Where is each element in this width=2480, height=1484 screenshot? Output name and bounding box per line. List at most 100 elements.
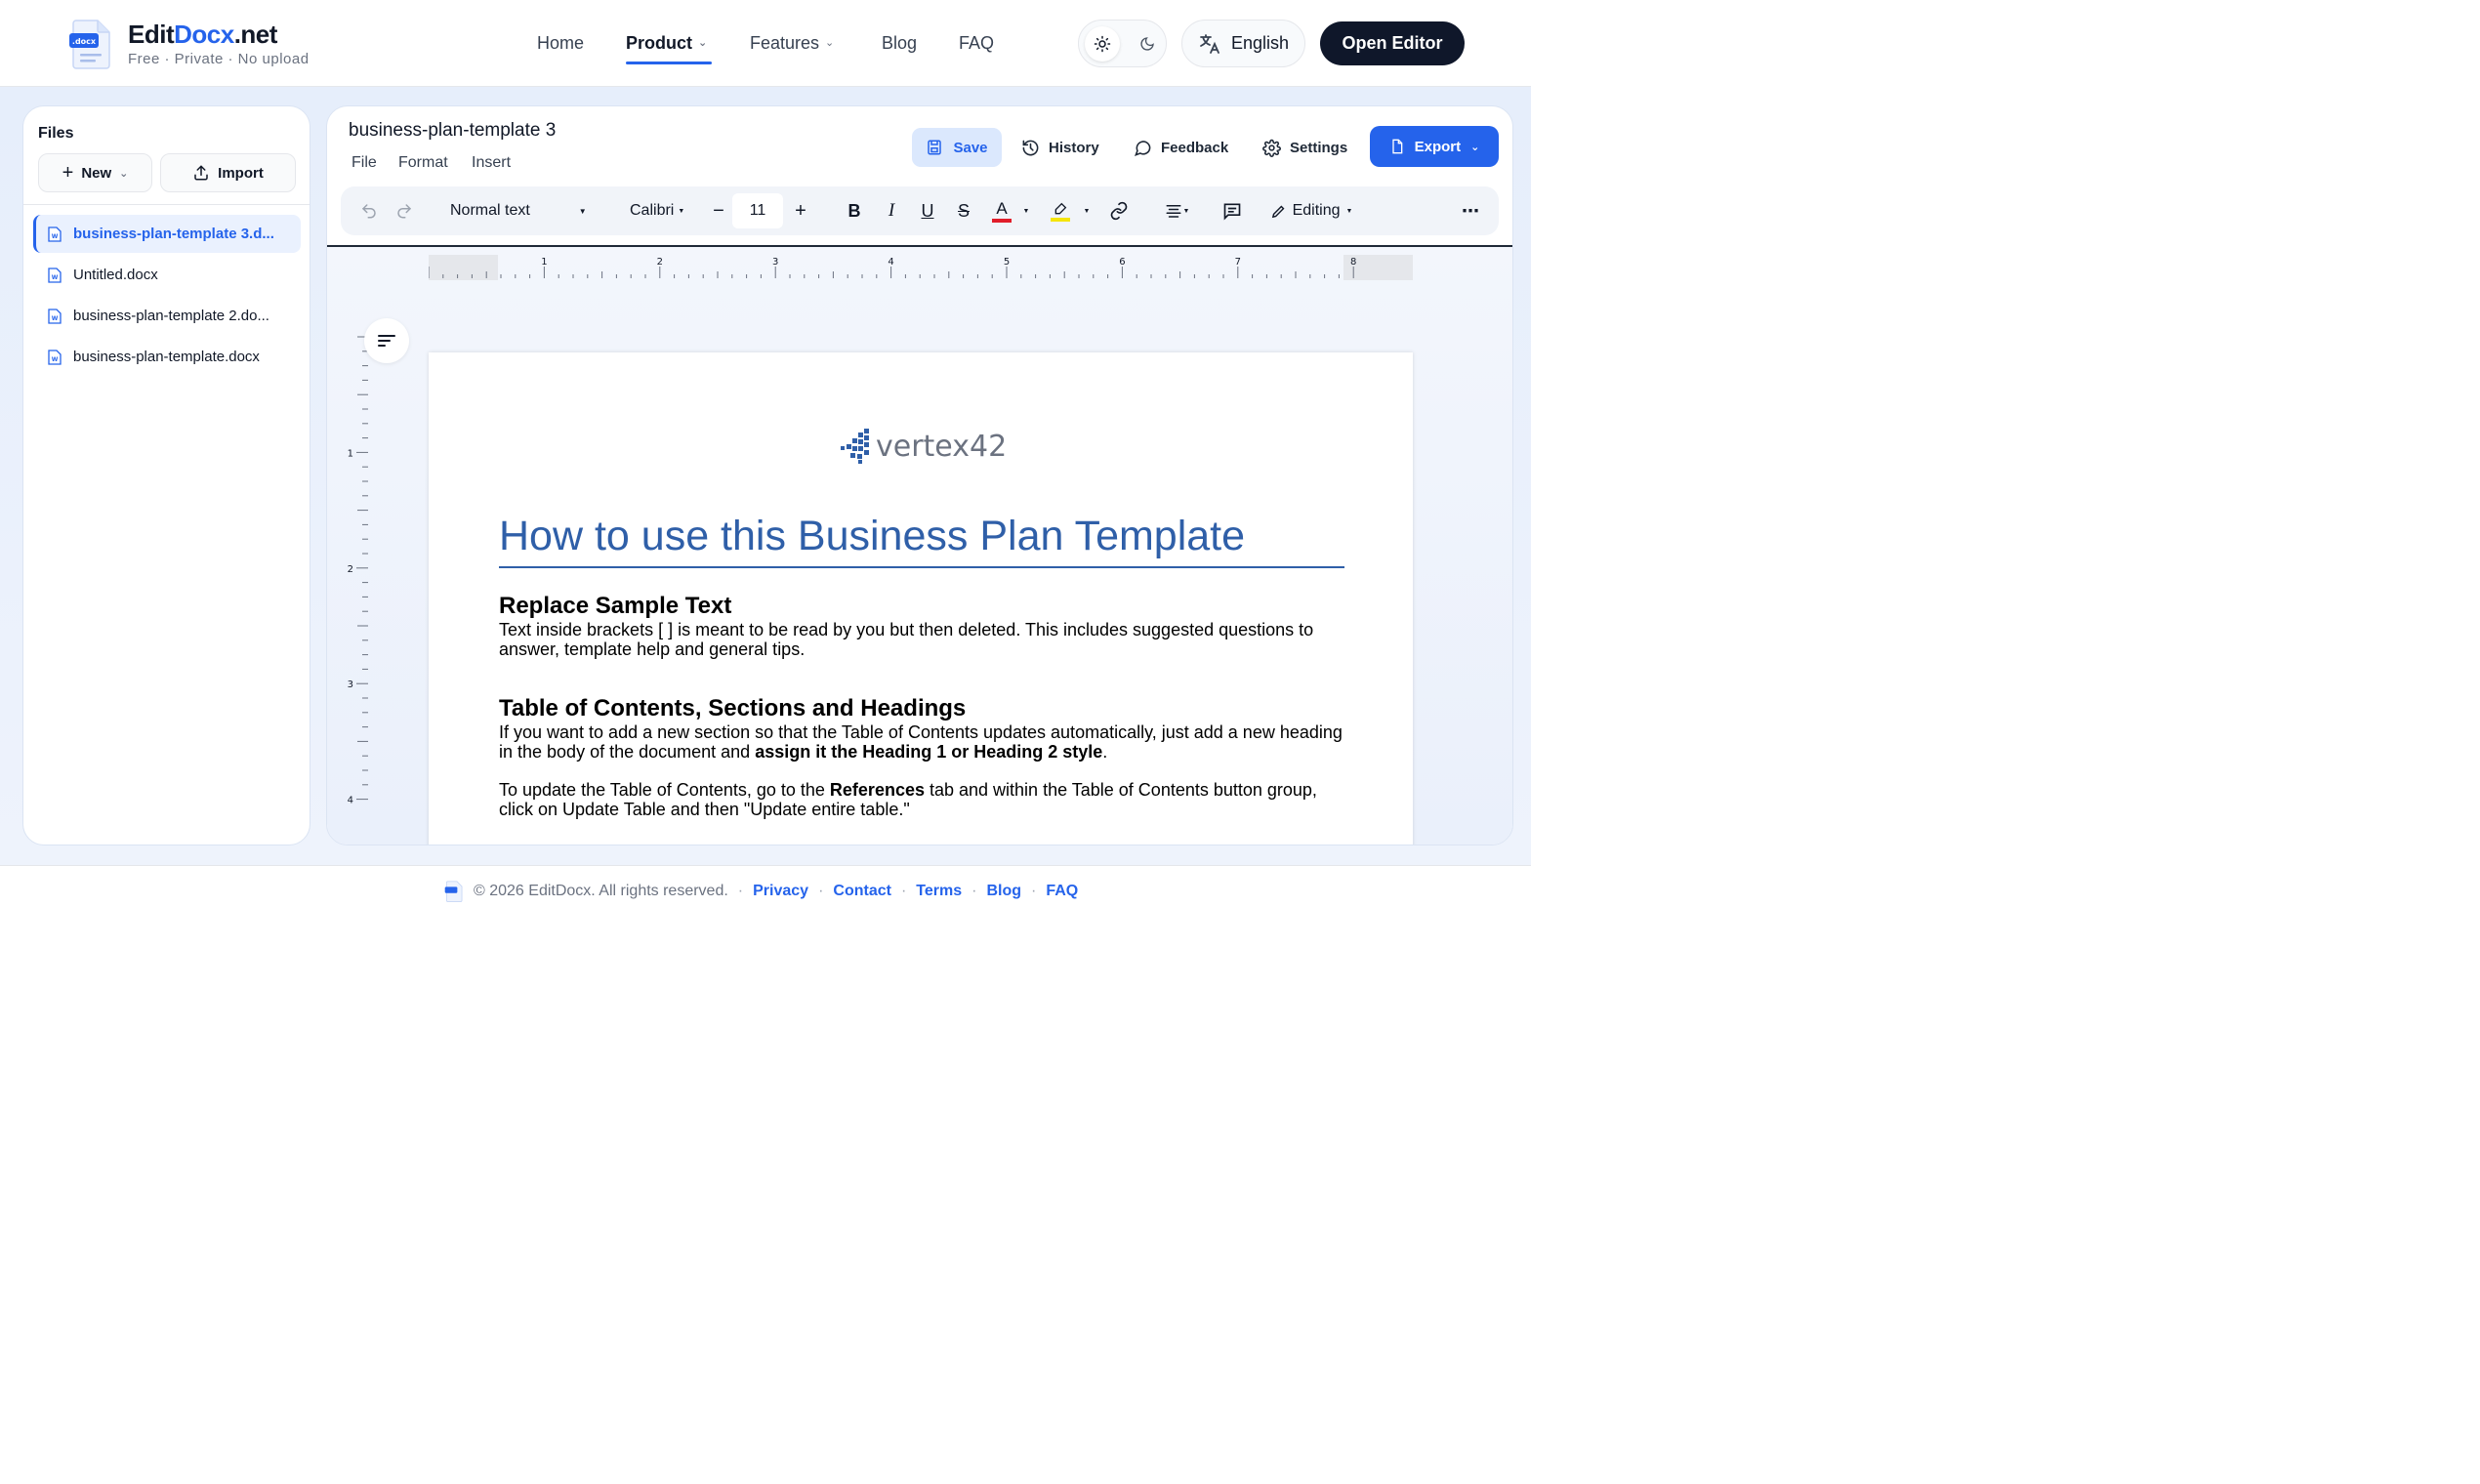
history-button[interactable]: History bbox=[1021, 128, 1099, 167]
nav-blog[interactable]: Blog bbox=[882, 33, 917, 54]
menu-file[interactable]: File bbox=[351, 154, 377, 172]
nav-product[interactable]: Product ⌄ bbox=[626, 33, 707, 54]
section-heading-replace-text: Replace Sample Text bbox=[499, 593, 732, 619]
pencil-icon bbox=[1271, 205, 1285, 218]
brand-accent: Docx bbox=[174, 20, 234, 49]
sidebar-divider bbox=[23, 204, 310, 205]
link-icon bbox=[1110, 201, 1128, 221]
separator: · bbox=[1031, 883, 1037, 899]
horizontal-ruler[interactable]: 1 2 3 4 5 6 7 8 bbox=[429, 255, 1413, 280]
nav-home[interactable]: Home bbox=[537, 33, 584, 54]
chevron-down-icon: ⌄ bbox=[825, 37, 835, 49]
new-file-button[interactable]: + New ⌄ bbox=[38, 153, 152, 192]
file-item[interactable]: W Untitled.docx bbox=[33, 256, 301, 294]
ruler-label: 2 bbox=[348, 564, 353, 575]
nav-features[interactable]: Features ⌄ bbox=[750, 33, 834, 54]
language-label: English bbox=[1231, 33, 1290, 53]
brand-name[interactable]: EditDocx.net bbox=[128, 20, 277, 50]
svg-text:W: W bbox=[52, 274, 59, 281]
more-options-button[interactable]: ⋯ bbox=[1458, 186, 1483, 235]
plus-icon: + bbox=[62, 161, 74, 184]
font-color-icon: A bbox=[996, 198, 1008, 218]
page-footer: © 2026 EditDocx. All rights reserved. · … bbox=[0, 865, 1531, 914]
outline-icon bbox=[378, 335, 395, 347]
paragraph-style-select[interactable]: Normal text ▼ bbox=[450, 186, 597, 235]
editing-mode-select[interactable]: Editing ▼ bbox=[1264, 186, 1358, 235]
bold-button[interactable]: B bbox=[843, 186, 866, 235]
section-body-toc: If you want to add a new section so that… bbox=[499, 722, 1343, 762]
ruler-label: 5 bbox=[1004, 257, 1010, 268]
word-file-icon: W bbox=[48, 226, 62, 242]
ruler-label: 6 bbox=[1119, 257, 1125, 268]
footer-link-blog[interactable]: Blog bbox=[986, 883, 1021, 900]
footer-link-faq[interactable]: FAQ bbox=[1046, 883, 1078, 900]
separator: · bbox=[971, 883, 977, 899]
files-sidebar: Files + New ⌄ Import W business-plan-tem… bbox=[22, 105, 310, 845]
dark-mode-button[interactable] bbox=[1130, 26, 1165, 62]
section-body-replace-text: Text inside brackets [ ] is meant to be … bbox=[499, 620, 1314, 659]
formatting-toolbar: Normal text ▼ Calibri ▼ − 11 + B I U S A… bbox=[341, 186, 1499, 235]
open-editor-button[interactable]: Open Editor bbox=[1320, 21, 1465, 65]
bold-icon: B bbox=[847, 200, 861, 221]
font-color-dropdown[interactable]: ▼ bbox=[1019, 186, 1033, 235]
top-header: .docx EditDocx.net Free · Private · No u… bbox=[0, 0, 1531, 87]
moon-icon bbox=[1140, 37, 1154, 51]
word-file-icon: W bbox=[48, 308, 62, 324]
vertical-ruler[interactable]: 1 2 3 4 bbox=[347, 335, 376, 843]
strikethrough-button[interactable]: S bbox=[952, 186, 975, 235]
svg-text:.docx: .docx bbox=[72, 37, 97, 46]
comment-button[interactable] bbox=[1219, 186, 1245, 235]
undo-button[interactable] bbox=[356, 186, 382, 235]
svg-text:W: W bbox=[52, 233, 59, 240]
svg-text:vertex42: vertex42 bbox=[876, 430, 1007, 464]
footer-link-privacy[interactable]: Privacy bbox=[753, 883, 808, 900]
ruler-label: 4 bbox=[348, 796, 353, 806]
caret-down-icon: ▼ bbox=[1022, 207, 1030, 215]
import-button[interactable]: Import bbox=[160, 153, 296, 192]
nav-faq[interactable]: FAQ bbox=[959, 33, 994, 54]
undo-icon bbox=[361, 204, 376, 219]
save-button[interactable]: Save bbox=[912, 128, 1002, 167]
decrease-font-size-button[interactable]: − bbox=[708, 186, 729, 235]
document-canvas: 1 2 3 4 5 6 7 8 1 2 3 4 vertex42 How to use this B… bbox=[327, 247, 1512, 845]
font-select[interactable]: Calibri ▼ bbox=[630, 186, 698, 235]
file-item[interactable]: W business-plan-template 2.do... bbox=[33, 297, 301, 335]
font-size-input[interactable]: 11 bbox=[732, 193, 783, 228]
word-file-icon: W bbox=[48, 349, 62, 365]
history-icon bbox=[1022, 140, 1039, 155]
highlight-button[interactable] bbox=[1048, 186, 1073, 235]
language-selector[interactable]: English bbox=[1181, 20, 1305, 67]
menu-format[interactable]: Format bbox=[398, 154, 448, 172]
italic-button[interactable]: I bbox=[880, 186, 903, 235]
separator: · bbox=[737, 883, 744, 899]
increase-font-size-button[interactable]: + bbox=[790, 186, 811, 235]
underline-button[interactable]: U bbox=[916, 186, 939, 235]
document-icon bbox=[1391, 139, 1402, 154]
settings-button[interactable]: Settings bbox=[1262, 128, 1347, 167]
footer-link-terms[interactable]: Terms bbox=[916, 883, 962, 900]
document-heading: How to use this Business Plan Template bbox=[499, 513, 1344, 568]
document-title[interactable]: business-plan-template 3 bbox=[349, 120, 556, 142]
light-mode-button[interactable] bbox=[1085, 26, 1120, 62]
menu-insert[interactable]: Insert bbox=[472, 154, 511, 172]
ruler-label: 1 bbox=[348, 448, 353, 459]
redo-button[interactable] bbox=[392, 186, 417, 235]
caret-down-icon: ▼ bbox=[1083, 207, 1091, 215]
upload-icon bbox=[194, 165, 208, 181]
insert-link-button[interactable] bbox=[1106, 186, 1132, 235]
section-heading-toc: Table of Contents, Sections and Headings bbox=[499, 695, 967, 721]
align-button[interactable]: ▼ bbox=[1159, 186, 1194, 235]
more-horizontal-icon: ⋯ bbox=[1462, 200, 1479, 221]
document-page[interactable]: vertex42 How to use this Business Plan T… bbox=[429, 352, 1413, 845]
ruler-label: 8 bbox=[1350, 257, 1356, 268]
file-item[interactable]: W business-plan-template.docx bbox=[33, 338, 301, 376]
file-item-active[interactable]: W business-plan-template 3.d... bbox=[33, 215, 301, 253]
italic-icon: I bbox=[888, 200, 895, 221]
export-button[interactable]: Export ⌄ bbox=[1370, 126, 1499, 167]
highlight-dropdown[interactable]: ▼ bbox=[1080, 186, 1094, 235]
ruler-label: 1 bbox=[541, 257, 547, 268]
font-color-button[interactable]: A bbox=[989, 186, 1014, 235]
document-outline-button[interactable] bbox=[364, 318, 409, 363]
feedback-button[interactable]: Feedback bbox=[1134, 128, 1228, 167]
footer-link-contact[interactable]: Contact bbox=[833, 883, 891, 900]
